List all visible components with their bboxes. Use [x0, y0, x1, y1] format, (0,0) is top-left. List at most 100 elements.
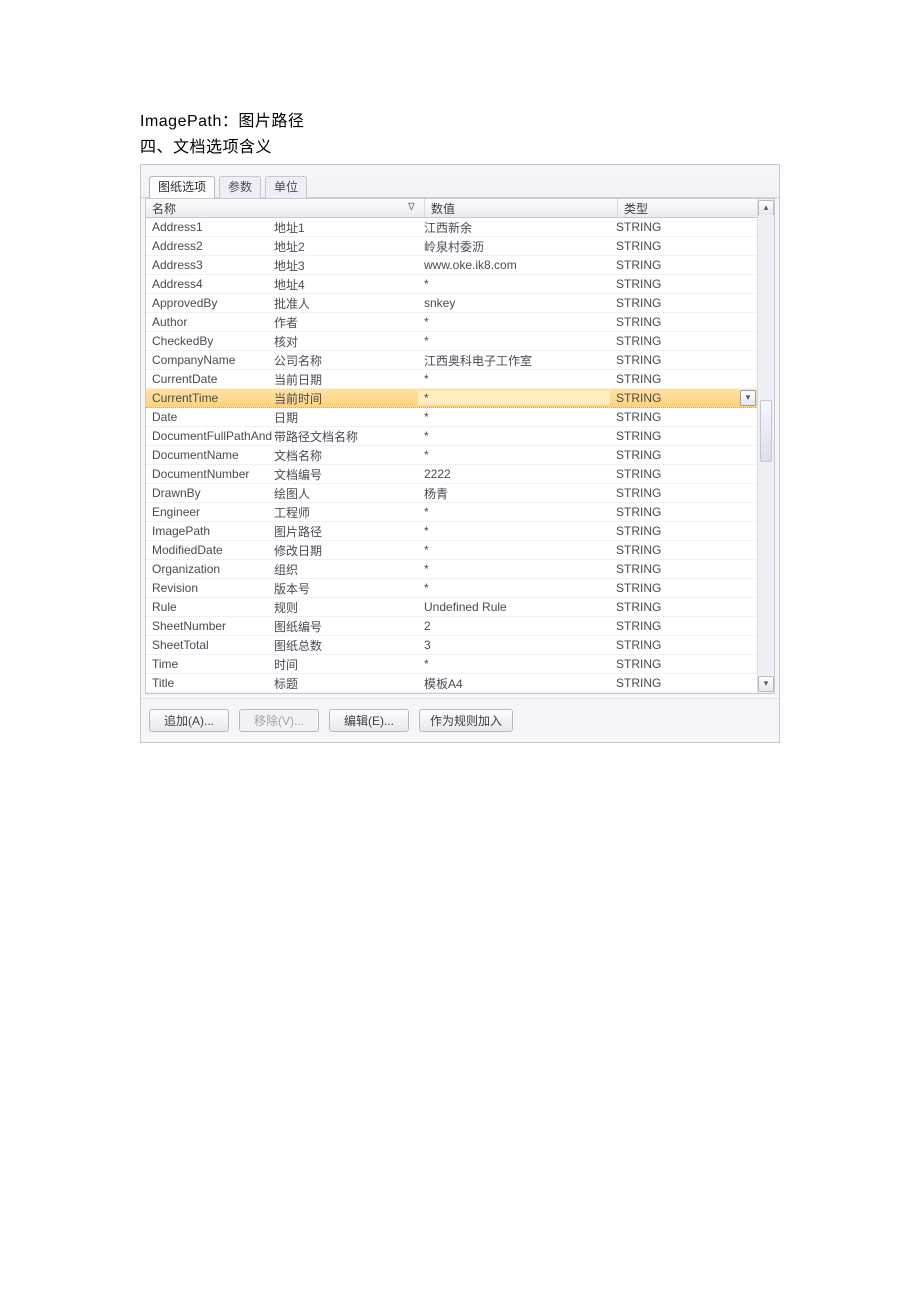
cell-name: DocumentName文档名称 [146, 447, 418, 464]
cell-value[interactable]: * [418, 315, 610, 329]
table-row[interactable]: Title标题模板A4STRING [146, 674, 774, 693]
table-row[interactable]: CurrentTime当前时间*STRING▾ [146, 389, 774, 408]
param-label-zh: 当前日期 [272, 371, 418, 388]
edit-button[interactable]: 编辑(E)... [329, 709, 409, 732]
cell-value[interactable]: 模板A4 [418, 675, 610, 692]
table-row[interactable]: ImagePath图片路径*STRING [146, 522, 774, 541]
cell-value[interactable]: 杨青 [418, 485, 610, 502]
param-label-zh: 工程师 [272, 504, 418, 521]
table-row[interactable]: DocumentName文档名称*STRING [146, 446, 774, 465]
cell-value[interactable]: 岭泉村委沥 [418, 238, 610, 255]
table-row[interactable]: Address2地址2岭泉村委沥STRING [146, 237, 774, 256]
add-button[interactable]: 追加(A)... [149, 709, 229, 732]
table-row[interactable]: SheetNumber图纸编号2STRING [146, 617, 774, 636]
param-key: ImagePath [146, 524, 272, 538]
scroll-thumb[interactable] [760, 400, 772, 462]
cell-value[interactable]: * [418, 429, 610, 443]
param-label-zh: 时间 [272, 656, 418, 673]
cell-type: STRING [610, 562, 754, 576]
tab-parameters[interactable]: 参数 [219, 176, 261, 198]
cell-name: Address3地址3 [146, 257, 418, 274]
param-key: Date [146, 410, 272, 424]
param-label-zh: 公司名称 [272, 352, 418, 369]
table-row[interactable]: Address3地址3www.oke.ik8.comSTRING [146, 256, 774, 275]
table-row[interactable]: DocumentNumber文档编号2222STRING [146, 465, 774, 484]
table-row[interactable]: ModifiedDate修改日期*STRING [146, 541, 774, 560]
cell-name: Time时间 [146, 656, 418, 673]
col-header-type[interactable]: 类型 [618, 199, 763, 217]
tab-units[interactable]: 单位 [265, 176, 307, 198]
grid-body: Address1地址1江西新余STRINGAddress2地址2岭泉村委沥STR… [146, 218, 774, 693]
sort-indicator-icon: ∇ [408, 202, 418, 212]
cell-value[interactable]: * [418, 448, 610, 462]
param-key: Address2 [146, 239, 272, 253]
cell-value[interactable]: * [418, 562, 610, 576]
cell-type: STRING [610, 429, 754, 443]
cell-value[interactable]: 3 [418, 638, 610, 652]
properties-panel: 图纸选项 参数 单位 名称 ∇ 数值 类型 Address1地址1江西新余STR… [140, 164, 780, 743]
col-header-name-label: 名称 [152, 200, 176, 217]
param-label-zh: 当前时间 [272, 390, 418, 407]
table-row[interactable]: Organization组织*STRING [146, 560, 774, 579]
param-label-zh: 文档编号 [272, 466, 418, 483]
scroll-down-icon[interactable]: ▾ [758, 676, 774, 692]
cell-type: STRING [610, 505, 754, 519]
table-row[interactable]: DocumentFullPathAndName带路径文档名称*STRING [146, 427, 774, 446]
cell-value[interactable]: * [418, 334, 610, 348]
col-header-value[interactable]: 数值 [425, 199, 618, 217]
col-header-name[interactable]: 名称 ∇ [146, 199, 425, 217]
cell-value[interactable]: 江西奥科电子工作室 [418, 352, 610, 369]
cell-value[interactable]: 2 [418, 619, 610, 633]
cell-value[interactable]: 2222 [418, 467, 610, 481]
param-key: SheetTotal [146, 638, 272, 652]
cell-value[interactable]: 江西新余 [418, 219, 610, 236]
table-row[interactable]: Address4地址4*STRING [146, 275, 774, 294]
cell-name: DocumentFullPathAndName带路径文档名称 [146, 428, 418, 445]
scroll-up-icon[interactable]: ▴ [758, 200, 774, 216]
cell-value[interactable]: * [418, 391, 610, 405]
param-key: Time [146, 657, 272, 671]
cell-value[interactable]: Undefined Rule [418, 600, 610, 614]
scroll-track[interactable] [759, 215, 773, 677]
table-row[interactable]: DrawnBy绘图人杨青STRING [146, 484, 774, 503]
cell-name: Rule规则 [146, 599, 418, 616]
intro-line-2: 四、文档选项含义 [140, 136, 780, 160]
cell-value[interactable]: * [418, 657, 610, 671]
table-row[interactable]: Rule规则Undefined RuleSTRING [146, 598, 774, 617]
cell-name: CheckedBy核对 [146, 333, 418, 350]
cell-name: SheetTotal图纸总数 [146, 637, 418, 654]
tab-sheet-options[interactable]: 图纸选项 [149, 176, 215, 198]
remove-button: 移除(V)... [239, 709, 319, 732]
param-label-zh: 图片路径 [272, 523, 418, 540]
cell-value[interactable]: * [418, 505, 610, 519]
cell-name: ImagePath图片路径 [146, 523, 418, 540]
table-row[interactable]: CompanyName公司名称江西奥科电子工作室STRING [146, 351, 774, 370]
cell-value[interactable]: * [418, 410, 610, 424]
cell-name: Revision版本号 [146, 580, 418, 597]
param-key: ApprovedBy [146, 296, 272, 310]
add-as-rule-button[interactable]: 作为规则加入 [419, 709, 513, 732]
cell-value[interactable]: www.oke.ik8.com [418, 258, 610, 272]
vertical-scrollbar[interactable]: ▴ ▾ [757, 199, 774, 693]
cell-value[interactable]: * [418, 372, 610, 386]
table-row[interactable]: CheckedBy核对*STRING [146, 332, 774, 351]
cell-value[interactable]: * [418, 543, 610, 557]
table-row[interactable]: Author作者*STRING [146, 313, 774, 332]
cell-value[interactable]: * [418, 277, 610, 291]
cell-name: SheetNumber图纸编号 [146, 618, 418, 635]
dropdown-icon[interactable]: ▾ [740, 390, 756, 406]
param-key: Address3 [146, 258, 272, 272]
table-row[interactable]: CurrentDate当前日期*STRING [146, 370, 774, 389]
table-row[interactable]: Address1地址1江西新余STRING [146, 218, 774, 237]
cell-value[interactable]: snkey [418, 296, 610, 310]
table-row[interactable]: Time时间*STRING [146, 655, 774, 674]
table-row[interactable]: Engineer工程师*STRING [146, 503, 774, 522]
cell-type: STRING [610, 372, 754, 386]
table-row[interactable]: SheetTotal图纸总数3STRING [146, 636, 774, 655]
table-row[interactable]: Date日期*STRING [146, 408, 774, 427]
table-row[interactable]: Revision版本号*STRING [146, 579, 774, 598]
table-row[interactable]: ApprovedBy批准人snkeySTRING [146, 294, 774, 313]
cell-name: DrawnBy绘图人 [146, 485, 418, 502]
cell-value[interactable]: * [418, 524, 610, 538]
cell-value[interactable]: * [418, 581, 610, 595]
